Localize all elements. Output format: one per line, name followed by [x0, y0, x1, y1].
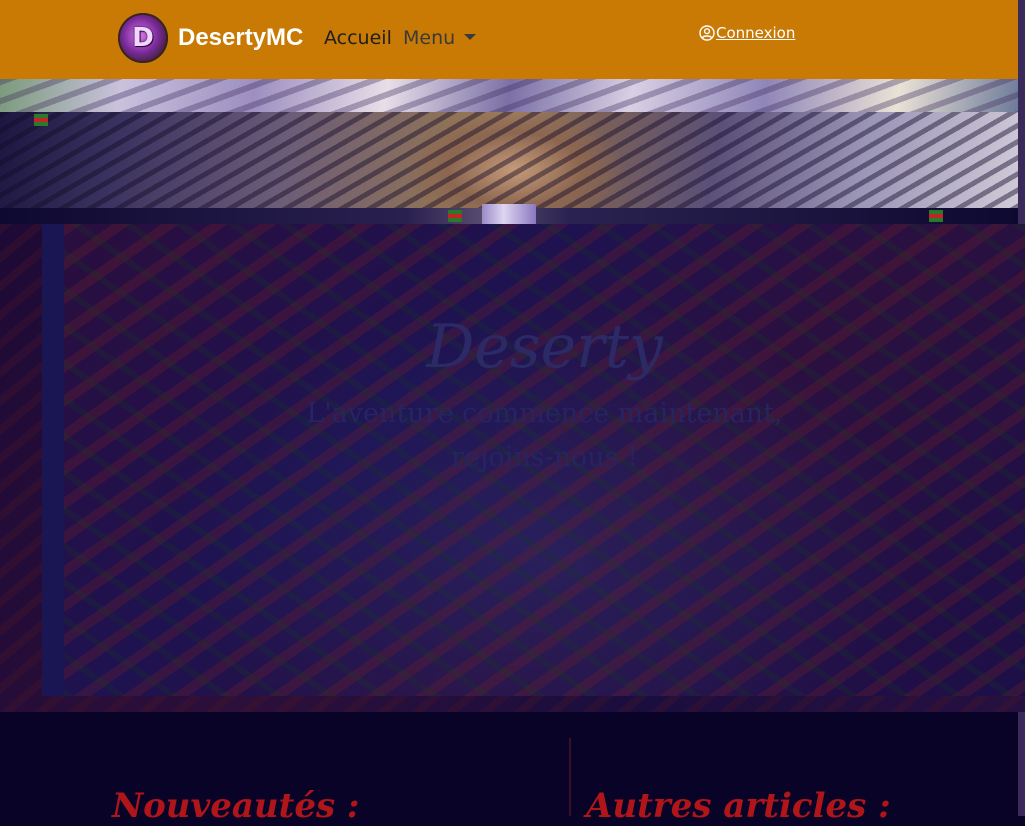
hero-subtitle: L'aventure commence maintenant, rejoins-…: [264, 392, 825, 480]
nav-link-accueil[interactable]: Accueil: [324, 27, 392, 49]
flag-icon: [929, 210, 943, 222]
hero-side-strip: [42, 224, 64, 696]
hero-title: Deserty: [426, 312, 663, 382]
column-divider: [569, 738, 571, 816]
caret-down-icon: [464, 34, 477, 40]
login-link[interactable]: Connexion: [699, 24, 795, 42]
user-circle-icon: [699, 25, 715, 41]
hero-subtitle-line: L'aventure commence maintenant,: [306, 398, 783, 429]
hero-subtitle-line: rejoins-nous !: [451, 442, 638, 473]
hero-section: Deserty L'aventure commence maintenant, …: [64, 224, 1025, 696]
news-title: Nouveautés :: [112, 786, 360, 826]
header-banner-image: [0, 112, 1018, 208]
login-label: Connexion: [716, 24, 796, 42]
flag-icon: [448, 210, 462, 222]
site-logo[interactable]: D: [118, 13, 168, 63]
brand-name[interactable]: DesertyMC: [178, 24, 303, 52]
navbar: D DesertyMC Accueil Menu Connexion: [0, 0, 1018, 79]
other-articles-title: Autres articles :: [586, 786, 891, 826]
header-banner-top: [0, 79, 1018, 112]
mountain-shape: [410, 112, 620, 208]
logo-letter: D: [132, 23, 154, 53]
nav-menu-label: Menu: [403, 27, 456, 49]
flag-icon: [34, 114, 48, 126]
nav-dropdown-menu[interactable]: Menu: [403, 27, 477, 49]
